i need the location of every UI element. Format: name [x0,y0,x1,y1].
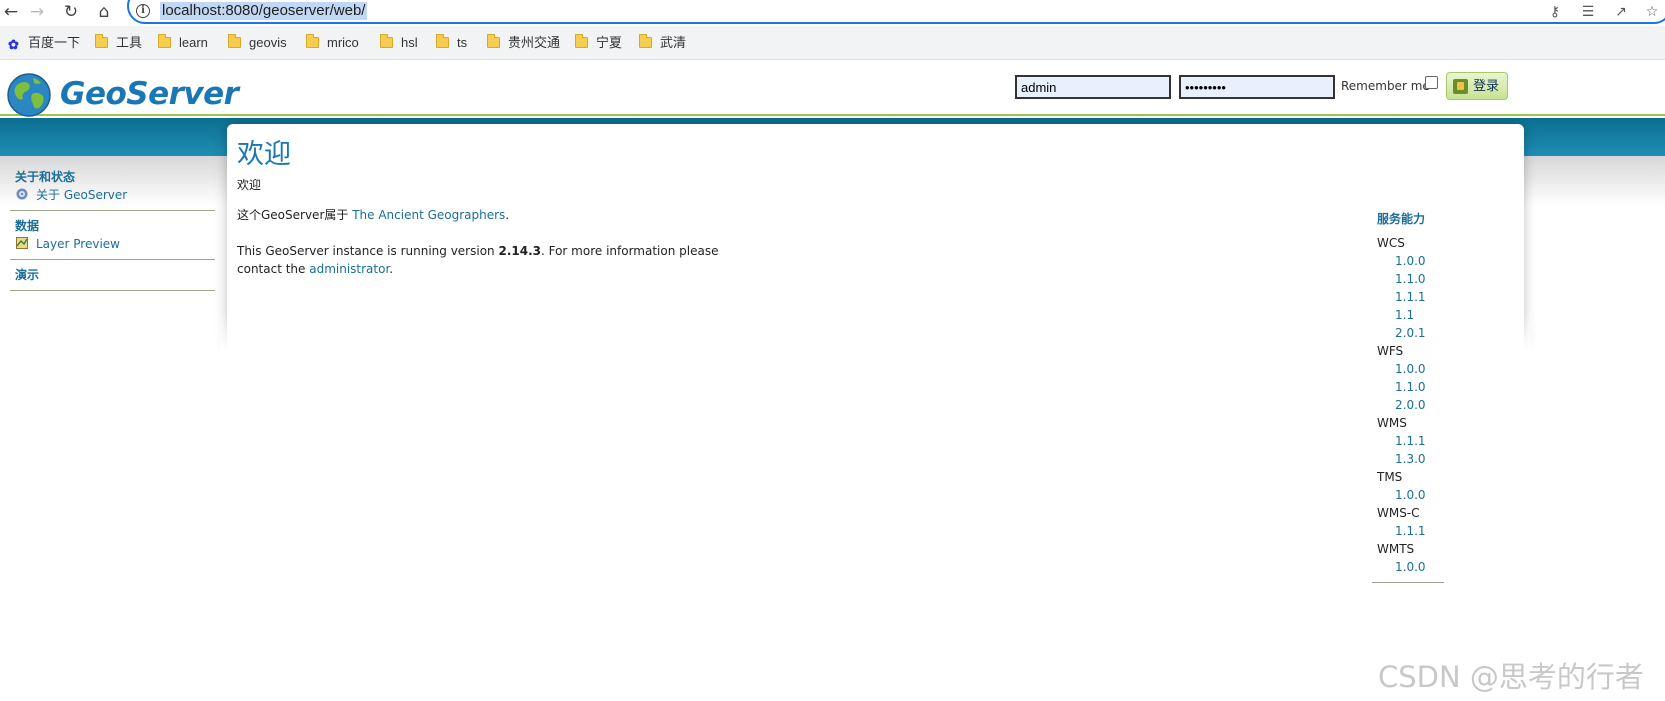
service-name: WMS-C [1377,506,1420,520]
sidebar-section-demo[interactable]: 演示 [10,266,215,284]
capability-link[interactable]: 1.3.0 [1377,450,1447,468]
bookmark-item[interactable]: ✿ 百度一下 [6,34,80,52]
service-name: TMS [1377,470,1403,484]
login-key-icon [1453,79,1468,94]
sidebar-item-layer-preview[interactable]: Layer Preview [10,235,215,253]
reload-icon[interactable]: ↻ [60,1,82,23]
owner-line: 这个GeoServer属于 The Ancient Geographers. [237,208,510,222]
folder-icon [575,34,588,48]
capability-link[interactable]: 1.1.0 [1377,378,1447,396]
page-title: 欢迎 [237,139,291,169]
bookmark-folder[interactable]: geovis [228,34,287,52]
map-layer-icon [16,237,28,249]
sidebar-nav: 关于和状态 关于 GeoServer 数据 Layer Preview 演示 [10,168,215,297]
site-info-icon[interactable]: i [136,4,150,18]
sidebar-section-data: 数据 [15,219,40,233]
folder-icon [436,34,449,48]
url-text[interactable]: localhost:8080/geoserver/web/ [160,2,368,20]
folder-icon [306,34,319,48]
sidebar-divider [10,210,215,211]
watermark: CSDN @思考的行者 [1378,660,1644,694]
service-name: WCS [1377,236,1405,250]
username-field[interactable] [1015,75,1171,99]
password-field[interactable] [1179,75,1335,99]
sidebar-divider [10,259,215,260]
folder-icon [639,34,652,48]
service-name: WMS [1377,416,1407,430]
folder-icon [487,34,500,48]
remember-me-checkbox[interactable] [1425,76,1438,89]
back-icon[interactable]: ← [0,1,22,23]
welcome-text: 欢迎 [237,178,262,192]
folder-icon [380,34,393,48]
sidebar-divider [10,290,215,291]
bookmark-folder[interactable]: 工具 [95,34,142,52]
sidebar-item-about-geoserver[interactable]: 关于 GeoServer [10,186,215,204]
login-button[interactable]: 登录 [1446,72,1508,100]
bookmarks-bar: ✿ 百度一下 工具 learn geovis mrico hsl ts 贵州交通 … [0,26,1665,60]
version-number: 2.14.3 [498,244,541,258]
sidebar-section-about: 关于和状态 [15,170,76,184]
geoserver-logo[interactable]: GeoServer [60,76,239,112]
capability-link[interactable]: 1.1.0 [1377,270,1447,288]
forward-icon[interactable]: → [26,1,48,23]
folder-icon [95,34,108,48]
service-name: WMTS [1377,542,1415,556]
capability-link[interactable]: 1.1.1 [1377,432,1447,450]
capability-link[interactable]: 2.0.0 [1377,396,1447,414]
version-info: This GeoServer instance is running versi… [237,244,719,276]
capability-link[interactable]: 1.1 [1377,306,1447,324]
home-icon[interactable]: ⌂ [93,1,115,23]
translate-icon[interactable]: ☰ [1578,2,1598,22]
bookmark-folder[interactable]: learn [158,34,208,52]
capabilities-title: 服务能力 [1377,212,1426,226]
capabilities-divider [1372,582,1444,583]
bookmark-folder[interactable]: hsl [380,34,418,52]
folder-icon [158,34,171,48]
capability-link[interactable]: 1.0.0 [1377,252,1447,270]
help-icon [16,188,28,200]
bookmark-folder[interactable]: ts [436,34,467,52]
service-capabilities: 服务能力 WCS 1.0.0 1.1.0 1.1.1 1.1 2.0.1 WFS… [1377,210,1447,576]
share-icon[interactable]: ↗ [1611,2,1631,22]
remember-me-label: Remember me [1341,79,1430,93]
bookmark-folder[interactable]: 武清 [639,34,686,52]
capability-link[interactable]: 1.0.0 [1377,486,1447,504]
capability-link[interactable]: 1.0.0 [1377,360,1447,378]
bookmark-folder[interactable]: 宁夏 [575,34,622,52]
administrator-link[interactable]: administrator [309,262,389,276]
organization-link[interactable]: The Ancient Geographers [352,208,505,222]
service-name: WFS [1377,344,1404,358]
capability-link[interactable]: 1.1.1 [1377,288,1447,306]
bookmark-folder[interactable]: mrico [306,34,359,52]
geoserver-globe-icon[interactable] [6,72,52,118]
folder-icon [228,34,241,48]
content-card-fade [220,312,1531,372]
baidu-icon: ✿ [8,37,19,52]
key-icon[interactable]: ⚷ [1545,2,1565,22]
bookmark-folder[interactable]: 贵州交通 [487,34,560,52]
browser-toolbar: ← → ↻ ⌂ i localhost:8080/geoserver/web/ … [0,0,1665,24]
capability-link[interactable]: 1.1.1 [1377,522,1447,540]
star-icon[interactable]: ☆ [1642,2,1662,22]
capability-link[interactable]: 1.0.0 [1377,558,1447,576]
capability-link[interactable]: 2.0.1 [1377,324,1447,342]
